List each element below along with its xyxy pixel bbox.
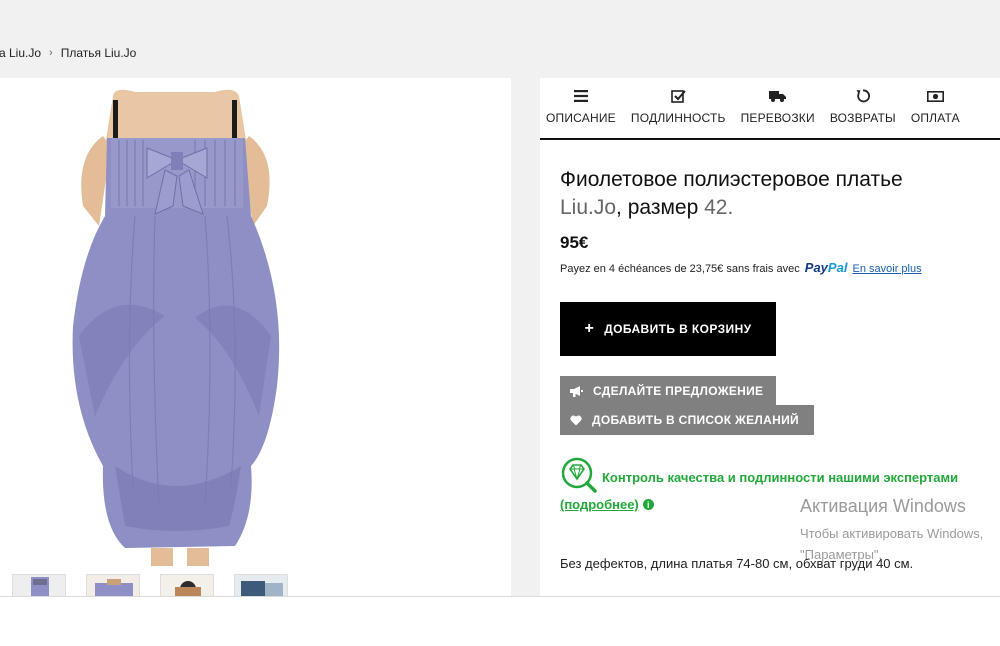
product-price: 95€: [560, 233, 589, 252]
thumbnail-1[interactable]: [12, 574, 66, 596]
tab-shipping-label: ПЕРЕВОЗКИ: [740, 111, 815, 125]
watermark-title: Активация Windows: [800, 496, 966, 516]
info-icon[interactable]: i: [642, 499, 654, 510]
breadcrumb-separator: ›: [49, 47, 53, 59]
tab-payment-label: ОПЛАТА: [910, 111, 960, 125]
checkbox-icon: [669, 88, 687, 104]
make-offer-button[interactable]: СДЕЛАЙТЕ ПРЕДЛОЖЕНИЕ: [560, 376, 776, 406]
product-size: 42.: [704, 196, 734, 219]
windows-activation-watermark: Активация Windows Чтобы активировать Win…: [800, 496, 1000, 565]
list-icon: [572, 88, 590, 104]
paypal-installments: Payez en 4 échéances de 23,75€ sans frai…: [560, 260, 922, 275]
product-tabs: ОПИСАНИЕ ПОДЛИННОСТЬ ПЕРЕВОЗКИ ВОЗВРАТЫ …: [540, 78, 1000, 140]
truck-icon: [769, 88, 787, 104]
product-brand: Liu.Jo: [560, 196, 617, 219]
heart-icon: [570, 415, 582, 426]
paypal-logo: PayPal: [804, 260, 848, 275]
diamond-magnifier-icon: [560, 456, 598, 499]
tab-description[interactable]: ОПИСАНИЕ: [546, 78, 616, 138]
quality-more-link[interactable]: (подробнее): [560, 497, 639, 512]
add-to-wishlist-label: ДОБАВИТЬ В СПИСОК ЖЕЛАНИЙ: [592, 413, 799, 427]
breadcrumb: да Liu.Jo › Платья Liu.Jo: [0, 44, 136, 62]
thumbnail-4[interactable]: [234, 574, 288, 596]
product-photo[interactable]: [55, 86, 295, 566]
product-title: Фиолетовое полиэстеровое платье Liu.Jo, …: [560, 168, 903, 219]
add-to-wishlist-button[interactable]: ДОБАВИТЬ В СПИСОК ЖЕЛАНИЙ: [560, 405, 814, 435]
make-offer-label: СДЕЛАЙТЕ ПРЕДЛОЖЕНИЕ: [593, 384, 764, 398]
tab-returns[interactable]: ВОЗВРАТЫ: [830, 78, 896, 138]
megaphone-icon: [570, 385, 583, 397]
tab-description-label: ОПИСАНИЕ: [546, 111, 616, 125]
tab-shipping[interactable]: ПЕРЕВОЗКИ: [741, 78, 815, 138]
quality-control-text: Контроль качества и подлинности нашими э…: [602, 470, 959, 485]
product-info-panel: ОПИСАНИЕ ПОДЛИННОСТЬ ПЕРЕВОЗКИ ВОЗВРАТЫ …: [540, 78, 1000, 596]
breadcrumb-item-brand-clothing[interactable]: да Liu.Jo: [0, 46, 41, 60]
product-title-main: Фиолетовое полиэстеровое платье: [560, 168, 903, 191]
thumbnail-2[interactable]: [86, 574, 140, 596]
add-to-cart-button[interactable]: + ДОБАВИТЬ В КОРЗИНУ: [560, 302, 776, 356]
tab-payment[interactable]: ОПЛАТА: [911, 78, 960, 138]
product-description: Без дефектов, длина платья 74-80 см, обх…: [560, 556, 914, 571]
breadcrumb-item-dresses[interactable]: Платья Liu.Jo: [61, 46, 137, 60]
product-size-label: размер: [627, 196, 699, 219]
product-gallery: [0, 78, 511, 596]
paypal-learn-more-link[interactable]: En savoir plus: [853, 263, 922, 275]
tab-authenticity[interactable]: ПОДЛИННОСТЬ: [631, 78, 726, 138]
money-icon: [926, 88, 944, 104]
tab-returns-label: ВОЗВРАТЫ: [829, 111, 896, 125]
tab-authenticity-label: ПОДЛИННОСТЬ: [630, 111, 726, 125]
paypal-installments-text: Payez en 4 échéances de 23,75€ sans frai…: [560, 263, 800, 275]
undo-icon: [854, 88, 872, 104]
add-to-cart-label: ДОБАВИТЬ В КОРЗИНУ: [604, 322, 752, 336]
quality-more: (подробнее) i: [560, 497, 654, 512]
watermark-line-1: Чтобы активировать Windows,: [800, 526, 984, 541]
thumbnail-strip: [12, 574, 288, 596]
page-bottom-area: [0, 596, 1000, 646]
quality-control-notice: Контроль качества и подлинности нашими э…: [560, 456, 958, 499]
thumbnail-3[interactable]: [160, 574, 214, 596]
plus-icon: +: [584, 320, 595, 337]
